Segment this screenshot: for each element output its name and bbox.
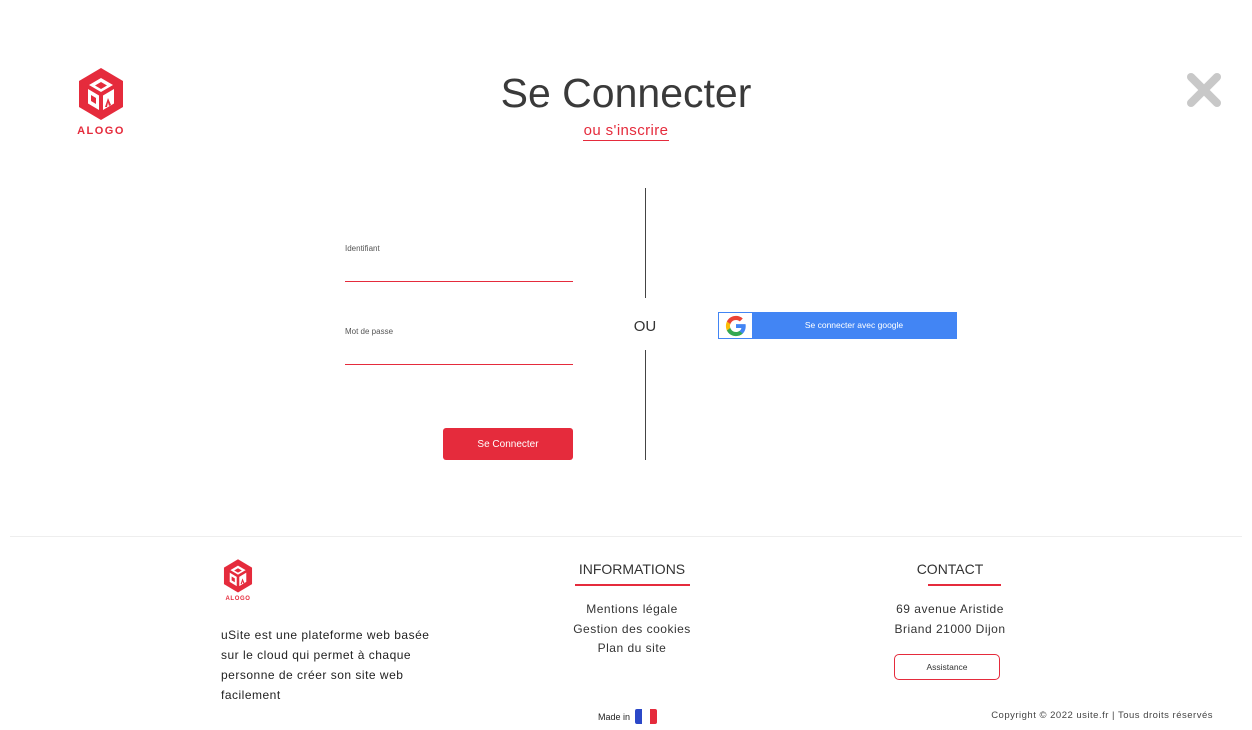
- google-g-icon: [725, 315, 746, 336]
- username-label: Identifiant: [345, 244, 380, 253]
- link-mentions-legales[interactable]: Mentions légale: [532, 600, 732, 620]
- footer-logo-text: ALOGO: [225, 596, 251, 602]
- separator-line-top: [645, 188, 646, 298]
- address-line-2: Briand 21000 Dijon: [894, 621, 1006, 636]
- password-input[interactable]: [345, 346, 573, 365]
- assistance-button[interactable]: Assistance: [894, 654, 1000, 680]
- signup-link-wrap: ou s'inscrire: [0, 122, 1252, 141]
- username-input[interactable]: [345, 263, 573, 282]
- signup-link[interactable]: ou s'inscrire: [582, 122, 670, 141]
- separator-text: OU: [633, 318, 657, 335]
- contact-title: CONTACT: [916, 561, 984, 577]
- informations-links: Mentions légale Gestion des cookies Plan…: [532, 600, 732, 659]
- separator-line-bottom: [645, 350, 646, 460]
- footer-divider: [10, 536, 1242, 537]
- contact-address: 69 avenue Aristide Briand 21000 Dijon: [837, 600, 1063, 639]
- footer-logo[interactable]: ALOGO: [220, 558, 256, 602]
- google-icon-box: [719, 313, 752, 338]
- login-button[interactable]: Se Connecter: [443, 428, 573, 460]
- cube-logo-icon: [223, 559, 253, 593]
- made-in: Made in: [598, 709, 658, 724]
- address-line-1: 69 avenue Aristide: [896, 602, 1004, 616]
- close-button[interactable]: [1184, 70, 1224, 110]
- footer-description: uSite est une plateforme web basée sur l…: [221, 628, 430, 702]
- google-signin-label: Se connecter avec google: [804, 320, 904, 330]
- france-flag-icon: [635, 709, 658, 724]
- google-signin-button[interactable]: Se connecter avec google: [718, 312, 957, 339]
- contact-underline: [928, 584, 1001, 586]
- password-label: Mot de passe: [345, 327, 394, 336]
- page-title: Se Connecter: [500, 70, 752, 116]
- informations-title: INFORMATIONS: [578, 561, 686, 577]
- made-in-text: Made in: [598, 711, 631, 722]
- close-icon: [1187, 73, 1221, 107]
- link-gestion-cookies[interactable]: Gestion des cookies: [532, 620, 732, 640]
- copyright: Copyright © 2022 usite.fr | Tous droits …: [991, 710, 1213, 721]
- informations-underline: [575, 584, 690, 586]
- link-plan-du-site[interactable]: Plan du site: [532, 639, 732, 659]
